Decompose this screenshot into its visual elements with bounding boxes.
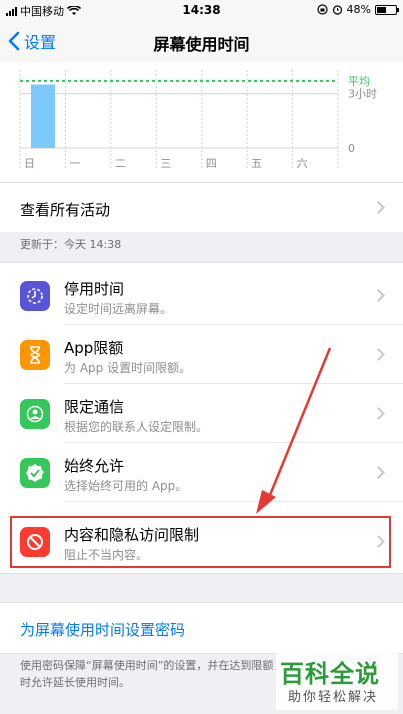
chevron-right-icon [372,466,385,479]
updated-text: 更新于：今天 14:38 [20,238,122,251]
chart-x-tick-label: 四 [206,157,217,170]
content-privacy-row[interactable]: 内容和隐私访问限制 阻止不当内容。 [0,513,403,571]
communication-limits-subtitle: 根据您的联系人设定限制。 [64,420,209,434]
chart-y-tick-label: 0 [348,142,355,155]
watermark-title: 百科全说 [280,660,380,688]
content-privacy-subtitle: 阻止不当内容。 [64,548,149,562]
downtime-subtitle: 设定时间远离屏幕。 [64,302,173,316]
hourglass-icon [20,340,50,370]
rotation-lock-icon [316,4,328,15]
watermark: 百科全说 助你轻松解决 [276,652,398,710]
chart-svg: 3小时 0 平均日 一 二 三 四 五 六 [19,70,377,170]
battery-percent: 48% [346,3,371,16]
always-allowed-title: 始终允许 [64,457,125,475]
chart-x-tick-label: 三 [160,157,171,170]
restriction-icon [20,527,50,557]
chevron-right-icon [372,535,385,548]
always-allowed-subtitle: 选择始终可用的 App。 [64,479,188,493]
set-passcode-link[interactable]: 为屏幕使用时间设置密码 [20,619,185,640]
contact-icon [20,399,50,429]
status-bar: 中国移动 14:38 48% [0,0,403,20]
chevron-right-icon [372,407,385,420]
chart-x-tick-label: 六 [297,157,308,170]
downtime-title: 停用时间 [64,280,125,298]
chart-x-tick-label: 二 [115,157,126,170]
chevron-right-icon [372,348,385,361]
see-all-activity-label: 查看所有活动 [20,201,111,219]
settings-group: 停用时间 设定时间远离屏幕。 App限额 为 App 设置时间限额。 限定通信 … [0,262,403,574]
nav-bar: 设置 屏幕使用时间 [0,20,403,62]
downtime-icon [20,281,50,311]
app-limits-title: App限额 [64,339,124,357]
chevron-right-icon [372,289,385,302]
communication-limits-row[interactable]: 限定通信 根据您的联系人设定限制。 [0,385,403,443]
chart-average-label: 平均 [348,75,370,88]
app-limits-subtitle: 为 App 设置时间限额。 [64,361,192,375]
alarm-icon [332,5,342,15]
always-allowed-row[interactable]: 始终允许 选择始终可用的 App。 [0,444,403,502]
watermark-subtitle: 助你轻松解决 [288,690,379,705]
content-privacy-title: 内容和隐私访问限制 [64,526,200,544]
usage-chart: 3小时 0 平均日 一 二 三 四 五 六 [0,62,403,182]
page-title: 屏幕使用时间 [153,35,250,54]
passcode-row[interactable]: 为屏幕使用时间设置密码 [0,602,403,654]
chart-bar [31,84,55,148]
chart-y-tick-label: 3小时 [348,88,377,101]
chevron-right-icon [372,201,385,214]
see-all-activity-row[interactable]: 查看所有活动 [0,182,403,232]
footer-note: 使用密码保障“屏幕使用时间”的设置，并在达到限额时允许延长使用时间。 [20,659,274,689]
app-limits-row[interactable]: App限额 为 App 设置时间限额。 [0,326,403,384]
battery-icon [375,4,399,15]
downtime-row[interactable]: 停用时间 设定时间远离屏幕。 [0,267,403,325]
chart-x-tick-label: 日 [24,157,35,170]
chart-x-tick-label: 五 [251,157,262,170]
checkmark-badge-icon [20,458,50,488]
communication-limits-title: 限定通信 [64,398,125,416]
chart-x-tick-label: 一 [69,157,80,170]
